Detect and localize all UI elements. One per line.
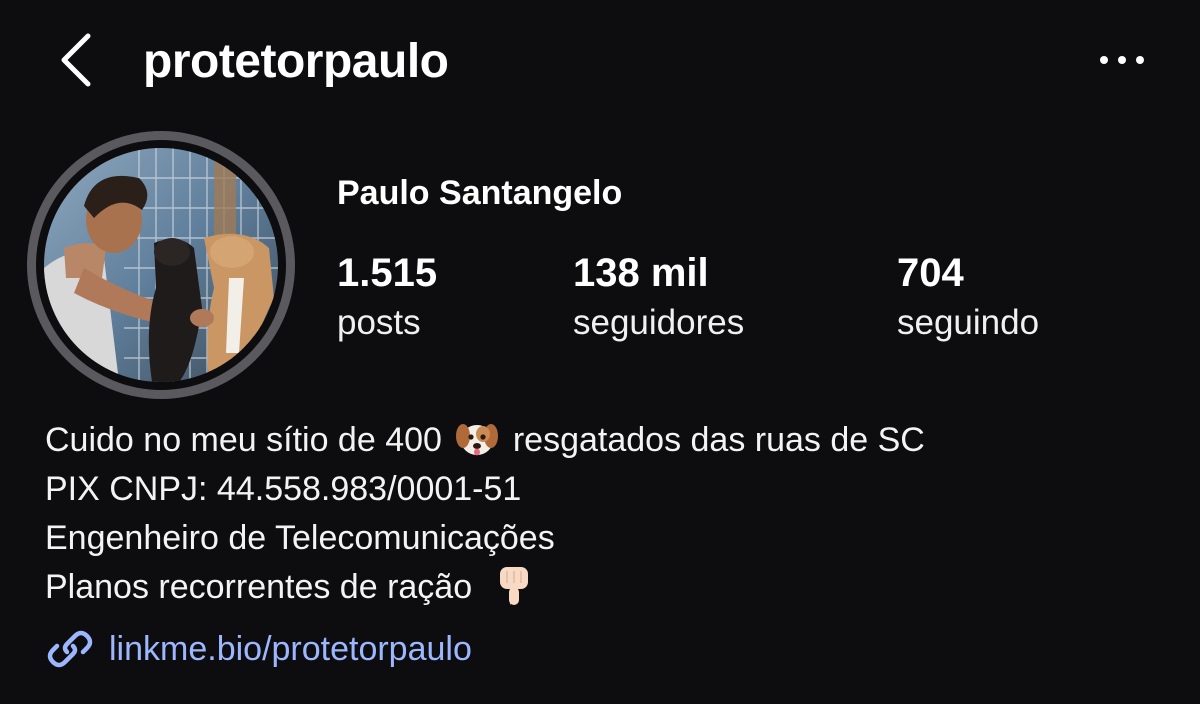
bio-line-4: Planos recorrentes de ração [45,563,925,612]
bio-line-1-text-end: resgatados das ruas de SC [512,421,925,459]
posts-label: posts [337,303,421,342]
more-horizontal-icon [1100,56,1144,64]
dog-face-emoji [456,424,499,456]
followers-count[interactable]: 138 mil seguidores [573,250,744,346]
posts-value: 1.515 [337,251,438,295]
avatar-ring[interactable] [27,131,295,399]
link-icon [47,630,93,668]
bio-line-1: Cuido no meu sítio de 400 resgatados das… [45,416,925,465]
chevron-left-icon [61,33,91,87]
following-label: seguindo [897,303,1040,342]
followers-label: seguidores [573,303,745,342]
bio-link[interactable]: linkme.bio/protetorpaulo [45,624,472,674]
avatar-illustration [44,148,278,382]
followers-value: 138 mil [573,251,709,295]
display-name: Paulo Santangelo [337,174,623,212]
bio-line-3: Engenheiro de Telecomunicações [45,519,555,557]
profile-bio: Cuido no meu sítio de 400 resgatados das… [45,416,925,612]
posts-count[interactable]: 1.515 posts [337,250,437,346]
pointing-down-hand-emoji [499,567,528,606]
top-bar: protetorpaulo [0,22,1200,102]
back-button[interactable] [48,30,108,90]
bio-link-text[interactable]: linkme.bio/protetorpaulo [109,630,472,669]
bio-line-2: PIX CNPJ: 44.558.983/0001-51 [45,470,522,508]
profile-photo[interactable] [44,148,278,382]
more-options-button[interactable] [1092,42,1152,78]
bio-line-1-text: Cuido no meu sítio de 400 [45,421,442,459]
bio-line-4-text: Planos recorrentes de ração [45,568,473,606]
profile-username: protetorpaulo [143,35,449,88]
following-count[interactable]: 704 seguindo [897,250,1039,346]
following-value: 704 [897,251,964,295]
profile-page: protetorpaulo Paulo Santangelo 1.515 pos… [0,0,1200,704]
